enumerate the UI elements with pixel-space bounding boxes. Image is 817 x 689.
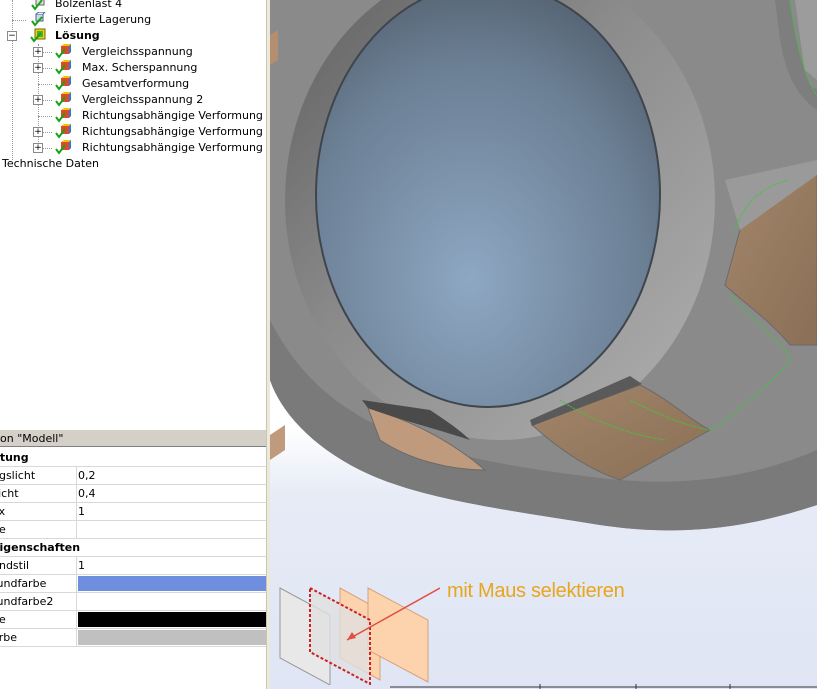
tree-item-bolzenlast-4[interactable]: Bolzenlast 4 bbox=[0, 0, 266, 12]
color-swatch[interactable] bbox=[78, 630, 266, 645]
tree-item-technische-daten[interactable]: Technische Daten bbox=[0, 156, 266, 172]
properties-panel: on "Modell" htung ngslicht 0,2 Licht 0,4… bbox=[0, 429, 266, 649]
color-swatch[interactable] bbox=[78, 576, 266, 591]
tree-item-label: Bolzenlast 4 bbox=[55, 0, 123, 10]
property-name: ngslicht bbox=[0, 467, 77, 484]
tree-item-vergleichsspannung-2[interactable]: + Vergleichsspannung 2 bbox=[0, 92, 266, 108]
tree-item-gesamtverformung[interactable]: Gesamtverformung bbox=[0, 76, 266, 92]
property-name: be bbox=[0, 521, 77, 538]
property-value[interactable]: 0,4 bbox=[78, 485, 266, 502]
property-value[interactable] bbox=[78, 521, 266, 538]
load-icon bbox=[31, 0, 45, 11]
color-swatch[interactable] bbox=[78, 594, 266, 609]
property-category[interactable]: eigenschaften bbox=[0, 539, 266, 557]
collapse-expander[interactable]: − bbox=[7, 31, 17, 41]
expand-expander[interactable]: + bbox=[33, 143, 43, 153]
selection-illustration bbox=[279, 586, 440, 685]
property-name: eigenschaften bbox=[0, 541, 81, 554]
result-cube-icon bbox=[55, 124, 71, 139]
result-cube-icon bbox=[55, 60, 71, 75]
result-cube-icon bbox=[55, 108, 71, 123]
tree-item-label: Vergleichsspannung 2 bbox=[82, 93, 204, 106]
property-name: arbe bbox=[0, 629, 77, 646]
tree-item-max-scherspannung[interactable]: + Max. Scherspannung bbox=[0, 60, 266, 76]
tree-item-loesung[interactable]: − Lösung bbox=[0, 28, 266, 44]
property-name: rundfarbe bbox=[0, 575, 77, 592]
properties-header: on "Modell" bbox=[0, 429, 266, 447]
support-icon bbox=[31, 12, 46, 27]
tree-item-richtungsabhaengige-verformung-3[interactable]: + Richtungsabhängige Verformung 3 bbox=[0, 140, 266, 156]
expand-expander[interactable]: + bbox=[33, 127, 43, 137]
tree-item-label: Fixierte Lagerung bbox=[55, 13, 152, 26]
property-row[interactable]: ex 1 bbox=[0, 503, 266, 521]
tree-item-label: Gesamtverformung bbox=[82, 77, 190, 90]
property-row[interactable]: be bbox=[0, 521, 266, 539]
result-cube-icon bbox=[55, 44, 71, 59]
result-cube-icon bbox=[55, 92, 71, 107]
expand-expander[interactable]: + bbox=[33, 47, 43, 57]
tree-item-label: Richtungsabhängige Verformung bbox=[82, 109, 263, 122]
property-value[interactable]: 0,2 bbox=[78, 467, 266, 484]
property-name: rundfarbe2 bbox=[0, 593, 77, 610]
property-name: undstil bbox=[0, 557, 77, 574]
annotation-text: mit Maus selektieren bbox=[447, 580, 625, 602]
property-name: htung bbox=[0, 451, 29, 464]
result-cube-icon bbox=[55, 140, 71, 155]
tree-item-label: Technische Daten bbox=[2, 157, 99, 170]
expand-expander[interactable]: + bbox=[33, 95, 43, 105]
property-row[interactable]: Licht 0,4 bbox=[0, 485, 266, 503]
property-row[interactable]: undstil 1 bbox=[0, 557, 266, 575]
property-row[interactable]: arbe bbox=[0, 629, 266, 647]
expand-expander[interactable]: + bbox=[33, 63, 43, 73]
tree-item-richtungsabhaengige-verformung-2[interactable]: + Richtungsabhängige Verformung 2 bbox=[0, 124, 266, 140]
property-row[interactable]: rundfarbe bbox=[0, 575, 266, 593]
tree-item-label: Max. Scherspannung bbox=[82, 61, 198, 74]
model-tree: Bolzenlast 4 Fixierte Lagerung − Lösung … bbox=[0, 0, 266, 425]
property-value[interactable]: 1 bbox=[78, 503, 266, 520]
tree-item-label: Richtungsabhängige Verformung 3 bbox=[82, 141, 266, 154]
tree-item-label: Vergleichsspannung bbox=[82, 45, 193, 58]
tree-item-vergleichsspannung[interactable]: + Vergleichsspannung bbox=[0, 44, 266, 60]
tree-item-fixierte-lagerung[interactable]: Fixierte Lagerung bbox=[0, 12, 266, 28]
solution-icon bbox=[30, 28, 46, 43]
property-name: Licht bbox=[0, 485, 77, 502]
property-row[interactable]: ngslicht 0,2 bbox=[0, 467, 266, 485]
property-category[interactable]: htung bbox=[0, 449, 266, 467]
property-name: be bbox=[0, 611, 77, 628]
property-name: ex bbox=[0, 503, 77, 520]
property-value[interactable]: 1 bbox=[78, 557, 266, 574]
color-swatch[interactable] bbox=[78, 612, 266, 627]
tree-item-richtungsabhaengige-verformung[interactable]: Richtungsabhängige Verformung bbox=[0, 108, 266, 124]
tree-item-label: Richtungsabhängige Verformung 2 bbox=[82, 125, 266, 138]
result-cube-icon bbox=[55, 76, 71, 91]
tree-item-label: Lösung bbox=[55, 29, 100, 42]
property-row[interactable]: be bbox=[0, 611, 266, 629]
property-row[interactable]: rundfarbe2 bbox=[0, 593, 266, 611]
